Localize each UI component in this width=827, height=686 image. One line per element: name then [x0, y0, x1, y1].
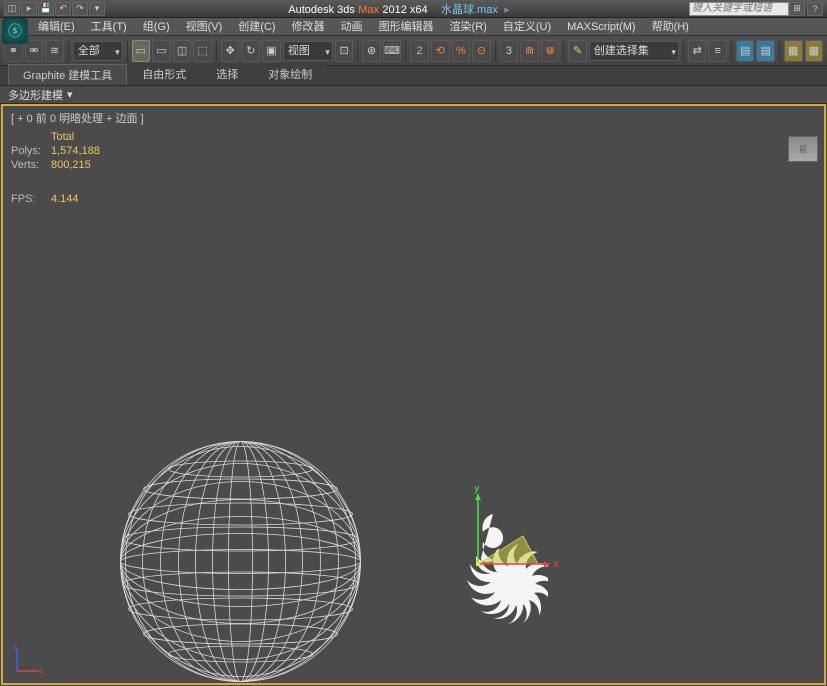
save-icon[interactable]: 💾 — [38, 2, 54, 16]
menu-create[interactable]: 创建(C) — [230, 18, 283, 36]
window-crossing-icon[interactable]: ⬚ — [193, 40, 212, 62]
snap-mag-icon[interactable]: ⋒ — [520, 40, 539, 62]
bind-icon[interactable]: ≋ — [45, 40, 64, 62]
spinner-snap-icon[interactable]: ⊙ — [472, 40, 491, 62]
align-icon[interactable]: ≡ — [708, 40, 727, 62]
tab-freeform[interactable]: 自由形式 — [127, 63, 201, 85]
menu-help[interactable]: 帮助(H) — [644, 18, 697, 36]
world-axis-gizmo: x z — [13, 645, 43, 675]
menu-customize[interactable]: 自定义(U) — [495, 18, 559, 36]
snap-3-icon[interactable]: 3 — [500, 40, 519, 62]
snap-mag2-icon[interactable]: ⋓ — [541, 40, 560, 62]
menu-maxscript[interactable]: MAXScript(M) — [559, 18, 643, 36]
search-input[interactable] — [689, 2, 789, 16]
rotate-icon[interactable]: ↻ — [241, 40, 260, 62]
axis-x-label: x — [553, 558, 558, 570]
quick-access-toolbar: ◫ ▸ 💾 ↶ ↷ ▾ — [0, 2, 109, 16]
scale-icon[interactable]: ▣ — [262, 40, 281, 62]
ribbon-panel-label: 多边形建模▾ — [0, 86, 827, 104]
menu-rendering[interactable]: 渲染(R) — [442, 18, 495, 36]
select-icon[interactable]: ▭ — [132, 40, 151, 62]
tab-object-paint[interactable]: 对象绘制 — [253, 63, 327, 85]
mirror-icon[interactable]: ⇄ — [688, 40, 707, 62]
snap-angle-icon[interactable]: ⟲ — [431, 40, 450, 62]
schematic-icon[interactable]: ▦ — [784, 40, 803, 62]
svg-text:x: x — [40, 665, 43, 675]
axis-y-label: y — [474, 486, 480, 494]
tab-graphite[interactable]: Graphite 建模工具 — [8, 64, 127, 85]
select-by-name-icon[interactable]: ▭ — [152, 40, 171, 62]
snap-2d-icon[interactable]: 2 — [410, 40, 429, 62]
viewport-stats: Total Polys:1,574,188 Verts:800,215 FPS:… — [11, 130, 100, 206]
selection-filter-dropdown[interactable]: 全部 — [73, 41, 123, 61]
ribbon-tab-bar: Graphite 建模工具 自由形式 选择 对象绘制 — [0, 66, 827, 86]
menu-bar: 编辑(E) 工具(T) 组(G) 视图(V) 创建(C) 修改器 动画 图形编辑… — [0, 18, 827, 36]
help-icon[interactable]: ? — [807, 2, 823, 16]
dragon-mesh[interactable] — [438, 506, 548, 646]
snap-percent-icon[interactable]: % — [452, 40, 471, 62]
move-icon[interactable]: ✥ — [221, 40, 240, 62]
edit-named-icon[interactable]: ✎ — [568, 40, 587, 62]
select-rect-icon[interactable]: ◫ — [173, 40, 192, 62]
viewport-label[interactable]: [ + 0 前 0 明暗处理 + 边面 ] — [11, 110, 144, 126]
viewport[interactable]: [ + 0 前 0 明暗处理 + 边面 ] Total Polys:1,574,… — [1, 104, 826, 685]
manipulate-icon[interactable]: ⊛ — [362, 40, 381, 62]
menu-graph-editors[interactable]: 图形编辑器 — [371, 18, 442, 36]
undo-icon[interactable]: ↶ — [55, 2, 71, 16]
main-toolbar: ⚭ ⚮ ≋ 全部 ▭ ▭ ◫ ⬚ ✥ ↻ ▣ 视图 ⊡ ⊛ ⌨ 2 ⟲ % ⊙ … — [0, 36, 827, 66]
named-selection-dropdown[interactable]: 创建选择集 — [589, 41, 679, 61]
layers-icon[interactable]: ▤ — [736, 40, 755, 62]
application-icon[interactable]: ⓢ — [2, 18, 28, 44]
window-title: Autodesk 3ds Max 2012 x64 水晶球.max ▸ — [109, 1, 689, 17]
menu-views[interactable]: 视图(V) — [178, 18, 231, 36]
viewcube[interactable]: 前 — [788, 136, 818, 162]
unlink-icon[interactable]: ⚮ — [25, 40, 44, 62]
material-icon[interactable]: ▦ — [805, 40, 824, 62]
menu-modifiers[interactable]: 修改器 — [284, 18, 333, 36]
redo-icon[interactable]: ↷ — [72, 2, 88, 16]
title-bar: ◫ ▸ 💾 ↶ ↷ ▾ Autodesk 3ds Max 2012 x64 水晶… — [0, 0, 827, 18]
menu-tools[interactable]: 工具(T) — [83, 18, 135, 36]
menu-group[interactable]: 组(G) — [135, 18, 178, 36]
keyboard-shortcut-icon[interactable]: ⌨ — [383, 40, 402, 62]
curve-editor-icon[interactable]: ▤ — [756, 40, 775, 62]
menu-edit[interactable]: 编辑(E) — [30, 18, 83, 36]
ref-coord-dropdown[interactable]: 视图 — [283, 41, 333, 61]
open-icon[interactable]: ▸ — [21, 2, 37, 16]
qat-dropdown-icon[interactable]: ▾ — [89, 2, 105, 16]
new-icon[interactable]: ◫ — [4, 2, 20, 16]
menu-animation[interactable]: 动画 — [333, 18, 371, 36]
tab-selection[interactable]: 选择 — [201, 63, 253, 85]
pivot-icon[interactable]: ⊡ — [335, 40, 354, 62]
svg-text:z: z — [13, 645, 19, 652]
help-grid-icon[interactable]: ⊞ — [789, 2, 805, 16]
wireframe-sphere[interactable] — [118, 439, 363, 684]
